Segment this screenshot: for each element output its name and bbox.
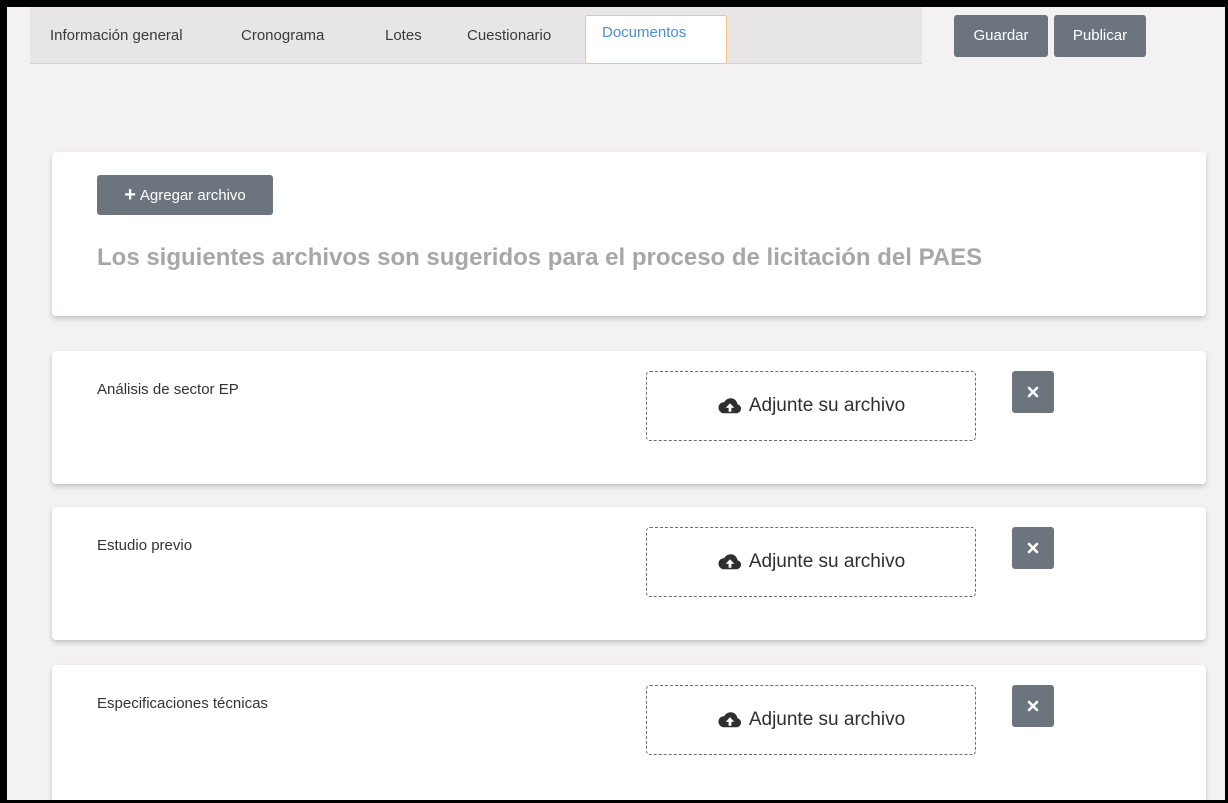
plus-icon: + (124, 184, 136, 206)
add-file-label: Agregar archivo (139, 186, 246, 204)
cloud-upload-icon (718, 712, 741, 728)
file-dropzone[interactable]: Adjunte su archivo (646, 685, 976, 755)
file-dropzone[interactable]: Adjunte su archivo (646, 371, 976, 441)
dropzone-label: Adjunte su archivo (748, 395, 906, 416)
app-window: Información general Cronograma Lotes Cue… (7, 7, 1225, 800)
document-name: Estudio previo (97, 537, 193, 554)
tab-cuestionario[interactable]: Cuestionario (467, 7, 551, 64)
remove-document-button[interactable] (1012, 371, 1054, 413)
document-name: Especificaciones técnicas (97, 695, 268, 712)
cloud-upload-icon (718, 554, 741, 570)
document-name: Análisis de sector EP (97, 381, 239, 398)
remove-document-button[interactable] (1012, 685, 1054, 727)
dropzone-label: Adjunte su archivo (748, 709, 906, 730)
tab-bar: Información general Cronograma Lotes Cue… (30, 7, 922, 64)
suggestions-card: + Agregar archivo Los siguientes archivo… (52, 152, 1206, 316)
file-dropzone[interactable]: Adjunte su archivo (646, 527, 976, 597)
publish-button[interactable]: Publicar (1054, 15, 1146, 57)
tab-cronograma[interactable]: Cronograma (241, 7, 324, 64)
close-icon (1027, 700, 1039, 712)
suggestions-heading: Los siguientes archivos son sugeridos pa… (97, 244, 983, 271)
remove-document-button[interactable] (1012, 527, 1054, 569)
tab-documentos[interactable]: Documentos (585, 15, 727, 64)
document-row: Especificaciones técnicas Adjunte su arc… (52, 665, 1206, 800)
tab-informacion-general[interactable]: Información general (50, 7, 183, 64)
close-icon (1027, 386, 1039, 398)
add-file-button[interactable]: + Agregar archivo (97, 175, 273, 215)
document-row: Análisis de sector EP Adjunte su archivo (52, 351, 1206, 484)
cloud-upload-icon (718, 398, 741, 414)
document-row: Estudio previo Adjunte su archivo (52, 507, 1206, 640)
save-button[interactable]: Guardar (954, 15, 1048, 57)
dropzone-label: Adjunte su archivo (748, 551, 906, 572)
tab-lotes[interactable]: Lotes (385, 7, 422, 64)
close-icon (1027, 542, 1039, 554)
